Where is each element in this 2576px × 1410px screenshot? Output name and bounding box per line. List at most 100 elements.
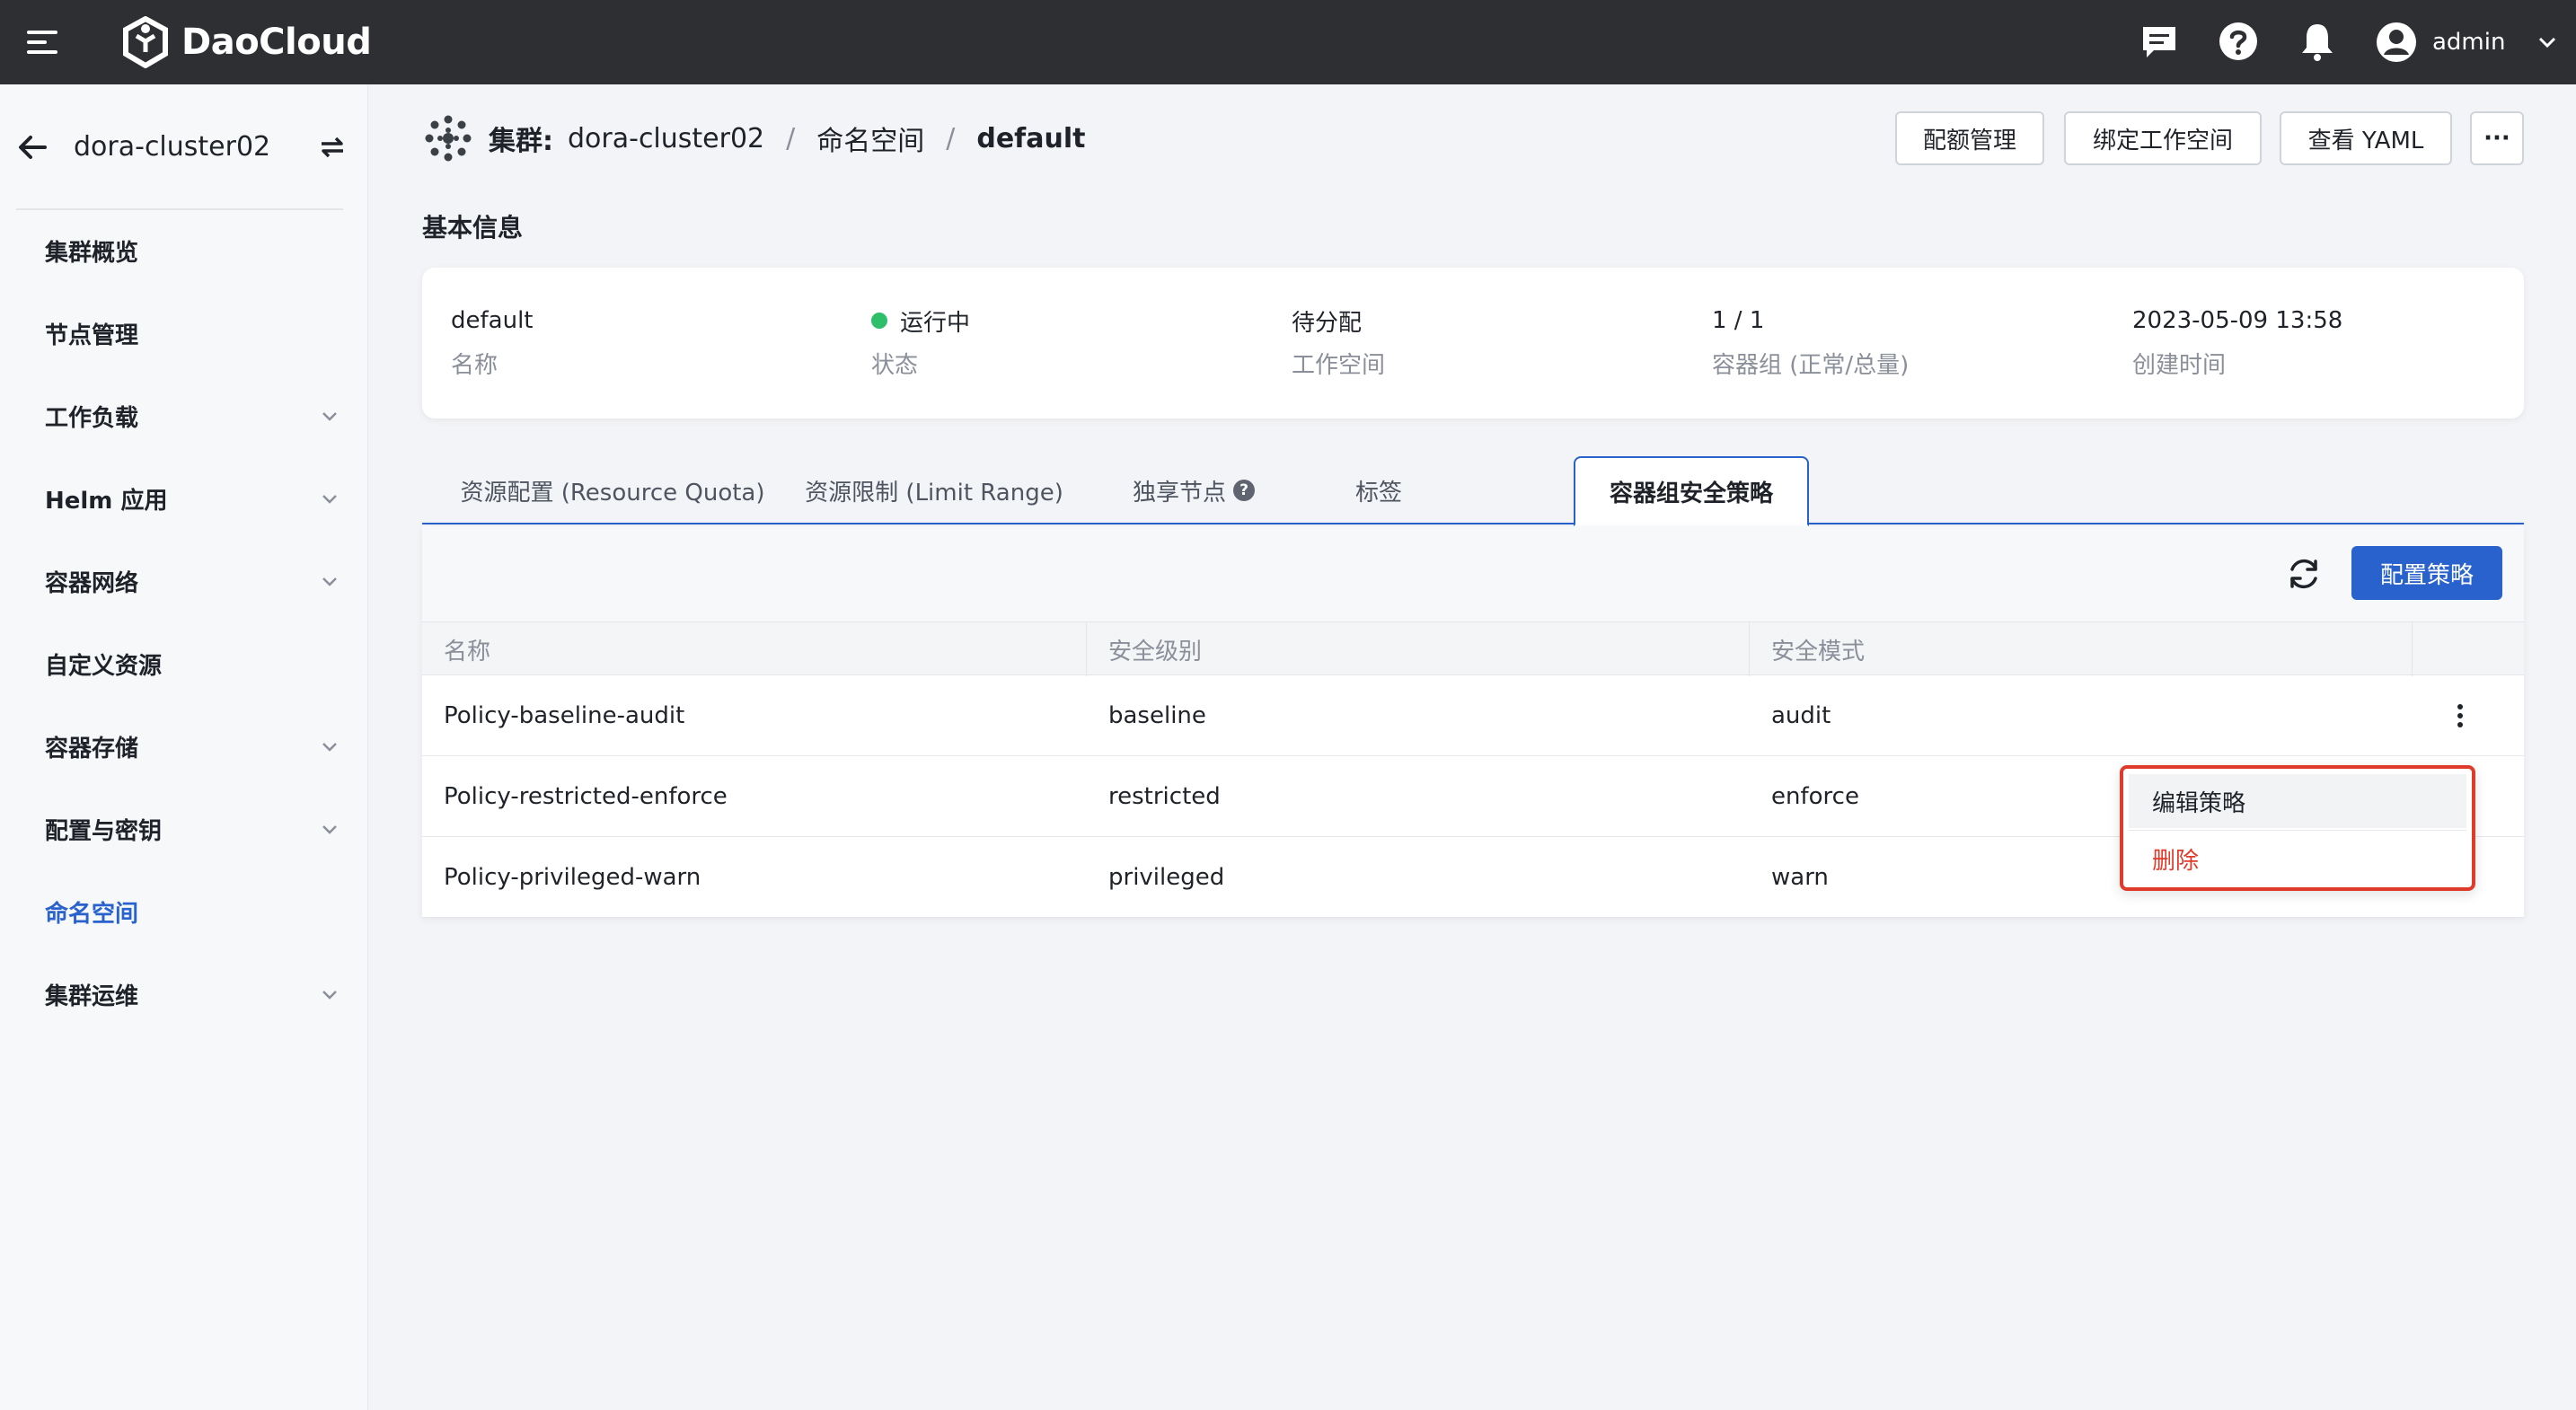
chevron-down-icon bbox=[2539, 37, 2556, 48]
info-label: 工作空间 bbox=[1292, 352, 1386, 379]
chevron-down-icon bbox=[322, 825, 337, 834]
info-created: 2023-05-09 13:58 创建时间 bbox=[2132, 305, 2342, 380]
brand-name: DaoCloud bbox=[181, 22, 372, 63]
tab-label: 资源配置 (Resource Quota) bbox=[460, 479, 765, 507]
sidebar-header: dora-cluster02 bbox=[0, 84, 368, 210]
refresh-icon[interactable] bbox=[2283, 553, 2325, 595]
quota-management-button[interactable]: 配额管理 bbox=[1895, 111, 2044, 165]
sidebar-item-label: Helm 应用 bbox=[45, 487, 168, 515]
user-menu[interactable]: admin bbox=[2375, 18, 2559, 66]
column-header[interactable]: 安全级别 bbox=[1087, 622, 1750, 676]
cell-mode: warn bbox=[1771, 864, 1829, 891]
sidebar-item-container-network[interactable]: 容器网络 bbox=[0, 550, 359, 612]
tab-limit-range[interactable]: 资源限制 (Limit Range) bbox=[790, 456, 1078, 524]
tab-exclusive-nodes[interactable]: 独享节点? bbox=[1098, 456, 1290, 524]
basic-info-title: 基本信息 bbox=[422, 213, 524, 242]
info-status: 运行中 状态 bbox=[871, 305, 970, 380]
table-header: 名称 安全级别 安全模式 bbox=[422, 621, 2524, 676]
status-value-row: 运行中 bbox=[871, 305, 971, 337]
menu-divider bbox=[2129, 830, 2466, 831]
sidebar-item-container-storage[interactable]: 容器存储 bbox=[0, 715, 359, 778]
sidebar-item-namespaces[interactable]: 命名空间 bbox=[0, 880, 359, 943]
cell-name: Policy-restricted-enforce bbox=[444, 783, 728, 810]
breadcrumb-separator: / bbox=[786, 122, 796, 154]
sidebar-item-label: 集群运维 bbox=[45, 983, 139, 1010]
sidebar-item-node-management[interactable]: 节点管理 bbox=[0, 302, 359, 365]
sidebar-item-config-secrets[interactable]: 配置与密钥 bbox=[0, 798, 359, 860]
back-arrow-icon[interactable] bbox=[14, 129, 50, 165]
breadcrumb-separator: / bbox=[946, 122, 956, 154]
chevron-down-icon bbox=[322, 991, 337, 1000]
brand-logo[interactable]: DaoCloud bbox=[122, 13, 372, 72]
info-label: 创建时间 bbox=[2132, 352, 2227, 379]
sidebar-item-workloads[interactable]: 工作负载 bbox=[0, 384, 359, 447]
breadcrumb-current: default bbox=[976, 122, 1086, 154]
tab-label: 标签 bbox=[1354, 479, 1402, 507]
breadcrumb-cluster-prefix: 集群: bbox=[489, 126, 553, 157]
sidebar-item-label: 节点管理 bbox=[45, 322, 139, 349]
sidebar-item-cluster-overview[interactable]: 集群概览 bbox=[0, 219, 359, 282]
tab-bar: 资源配置 (Resource Quota) 资源限制 (Limit Range)… bbox=[422, 456, 2524, 526]
info-label: 容器组 (正常/总量) bbox=[1712, 352, 1910, 379]
tab-labels[interactable]: 标签 bbox=[1320, 456, 1437, 524]
more-vertical-icon[interactable] bbox=[2445, 701, 2475, 731]
sidebar-item-label: 集群概览 bbox=[45, 239, 139, 267]
info-name: default 名称 bbox=[451, 305, 533, 380]
info-value: 待分配 bbox=[1292, 309, 1363, 337]
chevron-down-icon bbox=[322, 412, 337, 421]
daocloud-logo-icon bbox=[123, 16, 168, 68]
bell-icon[interactable] bbox=[2296, 20, 2339, 63]
cell-level: baseline bbox=[1108, 702, 1206, 729]
menu-icon[interactable] bbox=[25, 24, 61, 60]
table-row: Policy-baseline-audit baseline audit bbox=[422, 675, 2524, 756]
sidebar-item-helm-apps[interactable]: Helm 应用 bbox=[0, 467, 359, 530]
switch-cluster-icon[interactable] bbox=[316, 131, 348, 163]
delete-menu-item[interactable]: 删除 bbox=[2129, 832, 2466, 886]
basic-info-card: default 名称 运行中 状态 待分配 工作空间 1 / 1 容器组 (正常… bbox=[422, 268, 2524, 419]
row-action-menu: 编辑策略 删除 bbox=[2120, 765, 2475, 891]
cell-name: Policy-baseline-audit bbox=[444, 702, 685, 729]
info-pods: 1 / 1 容器组 (正常/总量) bbox=[1712, 305, 1909, 380]
tab-label: 独享节点 bbox=[1132, 479, 1226, 507]
info-value: 运行中 bbox=[900, 309, 971, 337]
tab-pod-security-policy[interactable]: 容器组安全策略 bbox=[1574, 456, 1809, 526]
more-actions-button[interactable]: ··· bbox=[2470, 111, 2524, 165]
info-value: default bbox=[451, 307, 534, 334]
help-icon[interactable] bbox=[2217, 20, 2260, 63]
view-yaml-button[interactable]: 查看 YAML bbox=[2280, 111, 2452, 165]
sidebar-item-label: 容器网络 bbox=[45, 569, 139, 597]
status-dot bbox=[871, 313, 887, 329]
top-bar: DaoCloud admin bbox=[0, 0, 2576, 84]
cell-mode: audit bbox=[1771, 702, 1831, 729]
table-toolbar: 配置策略 bbox=[422, 526, 2524, 621]
breadcrumb: 集群: dora-cluster02 / 命名空间 / default bbox=[422, 110, 1085, 167]
edit-policy-menu-item[interactable]: 编辑策略 bbox=[2129, 774, 2466, 828]
tab-resource-quota[interactable]: 资源配置 (Resource Quota) bbox=[454, 456, 771, 524]
sidebar-item-custom-resources[interactable]: 自定义资源 bbox=[0, 632, 359, 695]
breadcrumb-cluster[interactable]: dora-cluster02 bbox=[568, 123, 764, 154]
tab-label: 容器组安全策略 bbox=[1609, 480, 1773, 507]
chevron-down-icon bbox=[322, 495, 337, 504]
sidebar-item-label: 工作负载 bbox=[45, 404, 139, 432]
user-name: admin bbox=[2432, 29, 2506, 56]
bind-workspace-button[interactable]: 绑定工作空间 bbox=[2064, 111, 2262, 165]
sidebar-item-cluster-ops[interactable]: 集群运维 bbox=[0, 963, 359, 1026]
user-avatar-icon bbox=[2377, 22, 2416, 62]
chevron-down-icon bbox=[322, 743, 337, 752]
info-value: 2023-05-09 13:58 bbox=[2132, 307, 2343, 334]
cell-mode: enforce bbox=[1771, 783, 1859, 810]
sidebar-item-label: 命名空间 bbox=[45, 900, 139, 928]
tab-label: 资源限制 (Limit Range) bbox=[805, 479, 1063, 507]
message-icon[interactable] bbox=[2138, 20, 2181, 63]
cell-level: restricted bbox=[1108, 783, 1221, 810]
configure-policy-button[interactable]: 配置策略 bbox=[2351, 546, 2502, 600]
breadcrumb-namespaces[interactable]: 命名空间 bbox=[816, 119, 924, 158]
info-label: 名称 bbox=[451, 352, 498, 379]
column-header[interactable]: 安全模式 bbox=[1750, 622, 2413, 676]
help-circle-icon[interactable]: ? bbox=[1233, 480, 1255, 501]
sidebar-cluster-name: dora-cluster02 bbox=[74, 131, 271, 163]
cell-level: privileged bbox=[1108, 864, 1225, 891]
sidebar-item-label: 容器存储 bbox=[45, 735, 139, 762]
column-header[interactable]: 名称 bbox=[422, 622, 1087, 676]
sidebar-divider bbox=[16, 208, 343, 210]
